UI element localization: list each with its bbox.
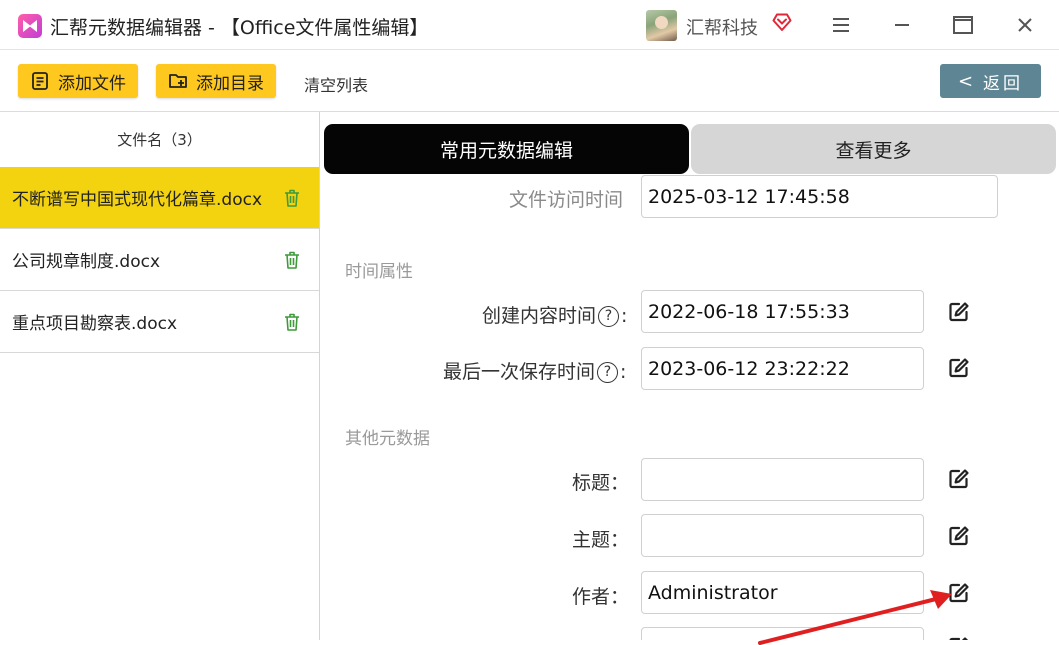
created-time-label-text: 创建内容时间 xyxy=(482,305,597,327)
close-icon[interactable] xyxy=(1010,10,1040,40)
author-label: 作者： xyxy=(572,586,630,608)
back-label: 返回 xyxy=(983,73,1024,94)
label-colon: : xyxy=(620,361,627,383)
last-saved-label: 最后一次保存时间?: xyxy=(443,357,626,384)
company-name: 汇帮科技 xyxy=(686,18,758,39)
app-logo-icon xyxy=(18,14,42,38)
time-section-title: 时间属性 xyxy=(345,262,413,282)
subject-field[interactable] xyxy=(641,514,924,557)
help-icon[interactable]: ? xyxy=(597,362,619,383)
created-time-field[interactable]: 2022-06-18 17:55:33 xyxy=(641,290,924,333)
vip-heart-icon[interactable] xyxy=(771,11,793,33)
chevron-left-icon: < xyxy=(957,70,974,92)
file-name: 重点项目勘察表.docx xyxy=(12,314,178,334)
trash-icon[interactable] xyxy=(283,188,301,208)
title-field[interactable] xyxy=(641,458,924,501)
file-list-item[interactable]: 不断谱写中国式现代化篇章.docx xyxy=(0,167,319,229)
author-field[interactable]: Administrator xyxy=(641,571,924,614)
title-label: 标题： xyxy=(572,472,630,494)
trash-icon[interactable] xyxy=(283,250,301,270)
minimize-icon[interactable] xyxy=(887,10,917,40)
created-time-label: 创建内容时间?: xyxy=(482,301,627,328)
file-name: 公司规章制度.docx xyxy=(12,252,161,272)
title-bar: 汇帮元数据编辑器 - 【Office文件属性编辑】 汇帮科技 xyxy=(0,0,1059,50)
add-directory-button[interactable]: 添加目录 xyxy=(156,64,276,98)
metadata-editor-panel: 常用元数据编辑 查看更多 文件访问时间 2025-03-12 17:45:58 … xyxy=(321,112,1059,640)
maximize-icon[interactable] xyxy=(948,10,978,40)
add-file-button[interactable]: 添加文件 xyxy=(18,64,138,98)
edit-icon[interactable] xyxy=(948,525,970,547)
other-section-title: 其他元数据 xyxy=(345,429,430,449)
last-saved-field[interactable]: 2023-06-12 23:22:22 xyxy=(641,347,924,390)
file-name: 不断谱写中国式现代化篇章.docx xyxy=(12,190,263,210)
add-folder-icon xyxy=(169,74,187,88)
file-list-panel: 文件名（3） 不断谱写中国式现代化篇章.docx 公司规章制度.docx 重点项… xyxy=(0,112,320,640)
next-field[interactable] xyxy=(641,627,924,640)
file-list-header: 文件名（3） xyxy=(117,131,202,149)
user-avatar[interactable] xyxy=(646,10,677,41)
toolbar: 添加文件 添加目录 清空列表 < 返回 xyxy=(0,50,1059,112)
edit-icon[interactable] xyxy=(948,582,970,604)
last-saved-label-text: 最后一次保存时间 xyxy=(443,361,596,383)
label-colon: : xyxy=(621,305,628,327)
back-button[interactable]: < 返回 xyxy=(940,64,1041,98)
edit-icon[interactable] xyxy=(948,357,970,379)
subject-label: 主题： xyxy=(572,529,630,551)
access-time-field[interactable]: 2025-03-12 17:45:58 xyxy=(641,175,998,218)
edit-icon[interactable] xyxy=(948,468,970,490)
access-time-label: 文件访问时间 xyxy=(509,189,624,211)
help-icon[interactable]: ? xyxy=(598,306,620,327)
trash-icon[interactable] xyxy=(283,312,301,332)
window-title: 汇帮元数据编辑器 - 【Office文件属性编辑】 xyxy=(50,17,429,39)
add-file-label: 添加文件 xyxy=(58,73,126,94)
edit-icon[interactable] xyxy=(948,301,970,323)
tab-view-more[interactable]: 查看更多 xyxy=(691,124,1056,174)
edit-icon[interactable] xyxy=(948,636,970,640)
clear-list-button[interactable]: 清空列表 xyxy=(304,72,368,96)
tab-common-metadata[interactable]: 常用元数据编辑 xyxy=(324,124,689,174)
file-list-item[interactable]: 重点项目勘察表.docx xyxy=(0,291,319,353)
add-file-icon xyxy=(32,72,48,90)
file-list-item[interactable]: 公司规章制度.docx xyxy=(0,229,319,291)
menu-icon[interactable] xyxy=(826,10,856,40)
add-directory-label: 添加目录 xyxy=(196,73,264,94)
